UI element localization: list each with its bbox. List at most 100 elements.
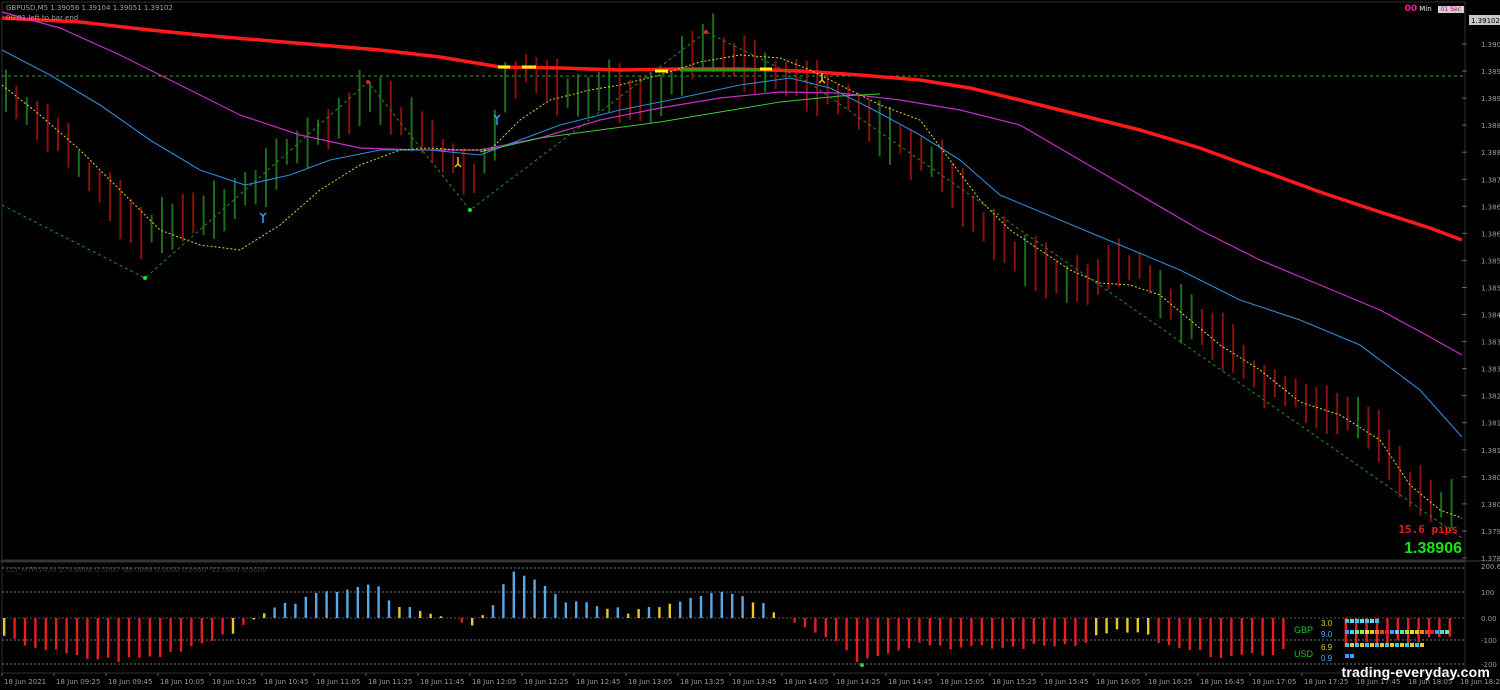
time-axis-label: 18 Jun 11:45 [420,678,464,686]
cci-bar [3,618,6,636]
indicator-title: CCI_MTF(14,0) 170.6698 0.0000 -66.0068 0… [6,566,267,574]
price-axis-label: 1.38380 [1481,339,1500,347]
cci-bar [564,602,567,618]
signal-arrow [454,157,462,168]
cci-bar [627,613,630,618]
price-axis-label: 1.38560 [1481,257,1500,265]
cci-bar [751,602,755,618]
cci-bar [304,596,307,618]
cci-bar [377,586,380,618]
time-axis-label: 18 Jun 17:05 [1252,678,1296,686]
price-axis-label: 1.37955 [1481,528,1500,536]
time-axis-label: 18 Jun 16:45 [1200,678,1244,686]
cci-bar [127,618,131,658]
cci-bar [762,602,765,618]
cci-bar [1271,618,1275,656]
last-price-readout: 1.38906 [1404,540,1462,557]
symbol-info-line: GBPUSD,M5 1.39056 1.39104 1.39051 1.3910… [6,4,173,12]
usd-strength-label: USD [1294,649,1314,659]
cci-bar [1178,618,1181,649]
cci-bar [367,584,370,618]
time-axis-label: 18 Jun 12:05 [472,678,516,686]
cci-bar [1219,618,1223,659]
cci-bar [356,586,359,618]
price-axis-label: 1.38805 [1481,149,1500,157]
price-axis-label: 1.39050 [1481,41,1500,49]
time-axis-label: 18 Jun 15:05 [940,678,984,686]
time-axis-label: 18 Jun 13:25 [680,678,724,686]
cci-bar [398,607,401,618]
cci-bar [263,613,266,618]
cci-bar [283,602,287,618]
price-axis-label: 1.37895 [1481,555,1500,563]
time-axis-label: 18 Jun 10:45 [264,678,308,686]
usd-strength-bar-1 [1345,643,1424,647]
cci-bar [710,593,713,618]
price-axis-label: 1.38440 [1481,312,1500,320]
time-axis-label: 18 Jun 14:25 [836,678,880,686]
cci-bar [13,618,16,639]
cci-bar [814,618,817,633]
cci-bar [658,607,661,618]
zigzag-line [1,31,1463,539]
cci-bar [107,618,110,658]
cci-bar [86,618,89,659]
time-axis-label: 18 Jun 10:05 [160,678,204,686]
ma-slow-red [1,16,1463,242]
bar-timer-text: 00:01 left to bar end [6,14,79,22]
gbp-strength-bar-1 [1345,619,1379,623]
signal-arrow [259,212,267,223]
cci-bar [429,613,432,618]
cci-bar [1230,618,1233,657]
cci-bar [190,618,193,647]
cci-bar [616,607,619,618]
cci-bar [793,618,796,623]
cci-bar [75,618,79,655]
chart-canvas[interactable]: 1.39050 1.38985 1.38925 1.38865 1.38805 1.387… [0,0,1500,690]
cci-bar [502,584,505,618]
price-axis-label: 1.38745 [1481,176,1500,184]
cci-bar [1147,618,1150,635]
cci-bar [34,618,37,648]
cci-bar [647,607,651,618]
cci-bar [460,618,463,623]
countdown-sec-label: Sec [1450,6,1461,13]
gbp-strength-label: GBP [1294,625,1314,635]
cci-bar [1438,618,1441,638]
cci-bar [772,612,775,618]
time-axis-label: 18 Jun 15:25 [992,678,1036,686]
cci-bar [117,618,120,662]
cci-bar [980,618,983,646]
price-axis-label: 1.38865 [1481,122,1500,130]
zigzag-high-dot [366,80,370,84]
time-axis-label: 18 Jun 2021 [4,678,46,686]
cci-bar [845,618,848,651]
price-axis-label: 1.38985 [1481,68,1500,76]
pips-readout: 15.6 pips [1398,523,1458,536]
cci-bar [1188,618,1191,651]
cci-bar [897,618,900,651]
gbp-strength-value-1: 3.0 [1321,619,1333,628]
cci-bar [1282,618,1285,650]
cci-bar [928,618,931,646]
cci-bar [1240,618,1243,655]
ma-magenta [1,11,1463,356]
cci-bar [731,593,734,618]
cci-bar [512,571,515,618]
cci-bar [543,586,547,618]
signal-arrow [818,73,826,84]
cci-bar [1209,618,1212,658]
cci-bar [231,618,235,634]
cci-histogram [3,571,1451,663]
cci-bar [169,618,172,652]
gbp-strength-value-2: 9.0 [1321,630,1333,639]
zigzag-low-dot [143,276,147,280]
cci-bar [866,618,869,659]
cci-bar [907,618,911,649]
cci-bar [876,618,879,657]
gbp-strength-bar-2 [1345,630,1449,634]
cci-bar [159,618,162,657]
cci-bar [1095,618,1098,636]
site-watermark: trading-everyday.com [1341,664,1490,680]
trading-chart[interactable]: 1.39050 1.38985 1.38925 1.38865 1.38805 1.387… [0,0,1500,690]
